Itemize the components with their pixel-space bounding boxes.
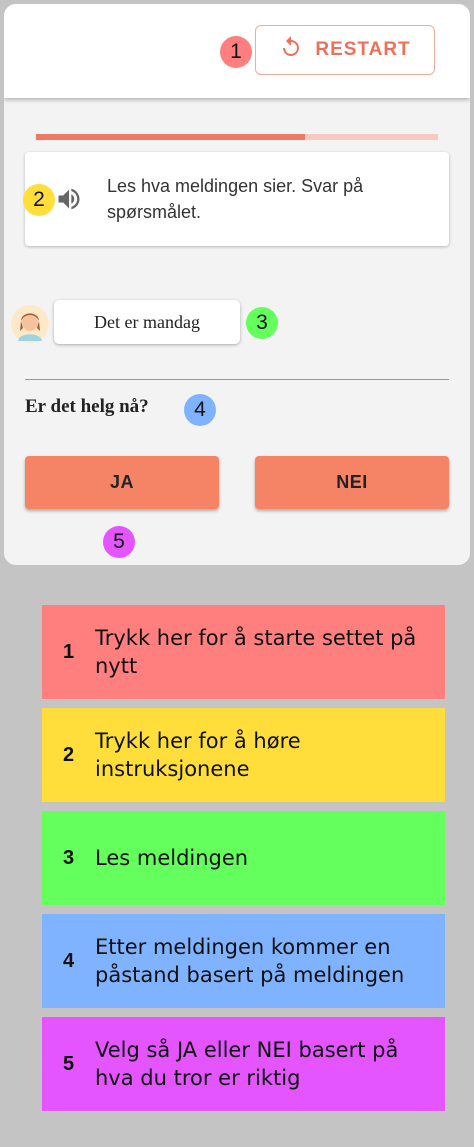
legend-number: 4 (62, 949, 75, 972)
callout-badge-5: 5 (103, 526, 135, 558)
restart-button[interactable]: RESTART (255, 25, 435, 75)
progress-fill (36, 134, 306, 140)
legend-item-statement: 4 Etter meldingen kommer en påstand base… (42, 914, 445, 1008)
legend-text: Etter meldingen kommer en påstand basert… (95, 935, 405, 987)
exercise-card: 1 RESTART 2 Les hva meldingen sier. Svar… (4, 4, 470, 565)
progress-bar (36, 134, 438, 140)
callout-badge-4: 4 (184, 394, 216, 426)
yes-button[interactable]: JA (25, 456, 219, 509)
instruction-box: 2 Les hva meldingen sier. Svar på spørsm… (23, 152, 449, 246)
speaker-icon[interactable] (55, 185, 83, 213)
restart-label: RESTART (315, 39, 411, 60)
avatar (11, 305, 49, 343)
legend-item-audio: 2 Trykk her for å høre instruksjonene (42, 708, 445, 802)
legend-item-answer: 5 Velg så JA eller NEI basert på hva du … (42, 1017, 445, 1111)
legend-item-message: 3 Les meldingen (42, 811, 445, 905)
callout-badge-2: 2 (23, 184, 55, 216)
legend-number: 1 (62, 640, 75, 663)
callout-badge-1: 1 (220, 36, 252, 68)
message-bubble: Det er mandag (54, 300, 240, 344)
divider (25, 379, 449, 380)
instruction-text: Les hva meldingen sier. Svar på spørsmål… (107, 176, 364, 222)
legend-text: Trykk her for å starte settet på nytt (95, 626, 417, 678)
legend-text: Les meldingen (95, 846, 249, 870)
callout-badge-3: 3 (246, 307, 278, 339)
statement-text: Er det helg nå? (25, 396, 149, 417)
legend-number: 2 (62, 743, 75, 766)
no-button[interactable]: NEI (255, 456, 449, 509)
legend-item-restart: 1 Trykk her for å starte settet på nytt (42, 605, 445, 699)
restart-icon (279, 35, 303, 65)
legend-text: Trykk her for å høre instruksjonene (95, 729, 301, 781)
top-bar: 1 RESTART (4, 4, 470, 98)
legend-number: 3 (62, 846, 75, 869)
legend-number: 5 (62, 1052, 75, 1075)
legend-text: Velg så JA eller NEI basert på hva du tr… (95, 1038, 399, 1090)
